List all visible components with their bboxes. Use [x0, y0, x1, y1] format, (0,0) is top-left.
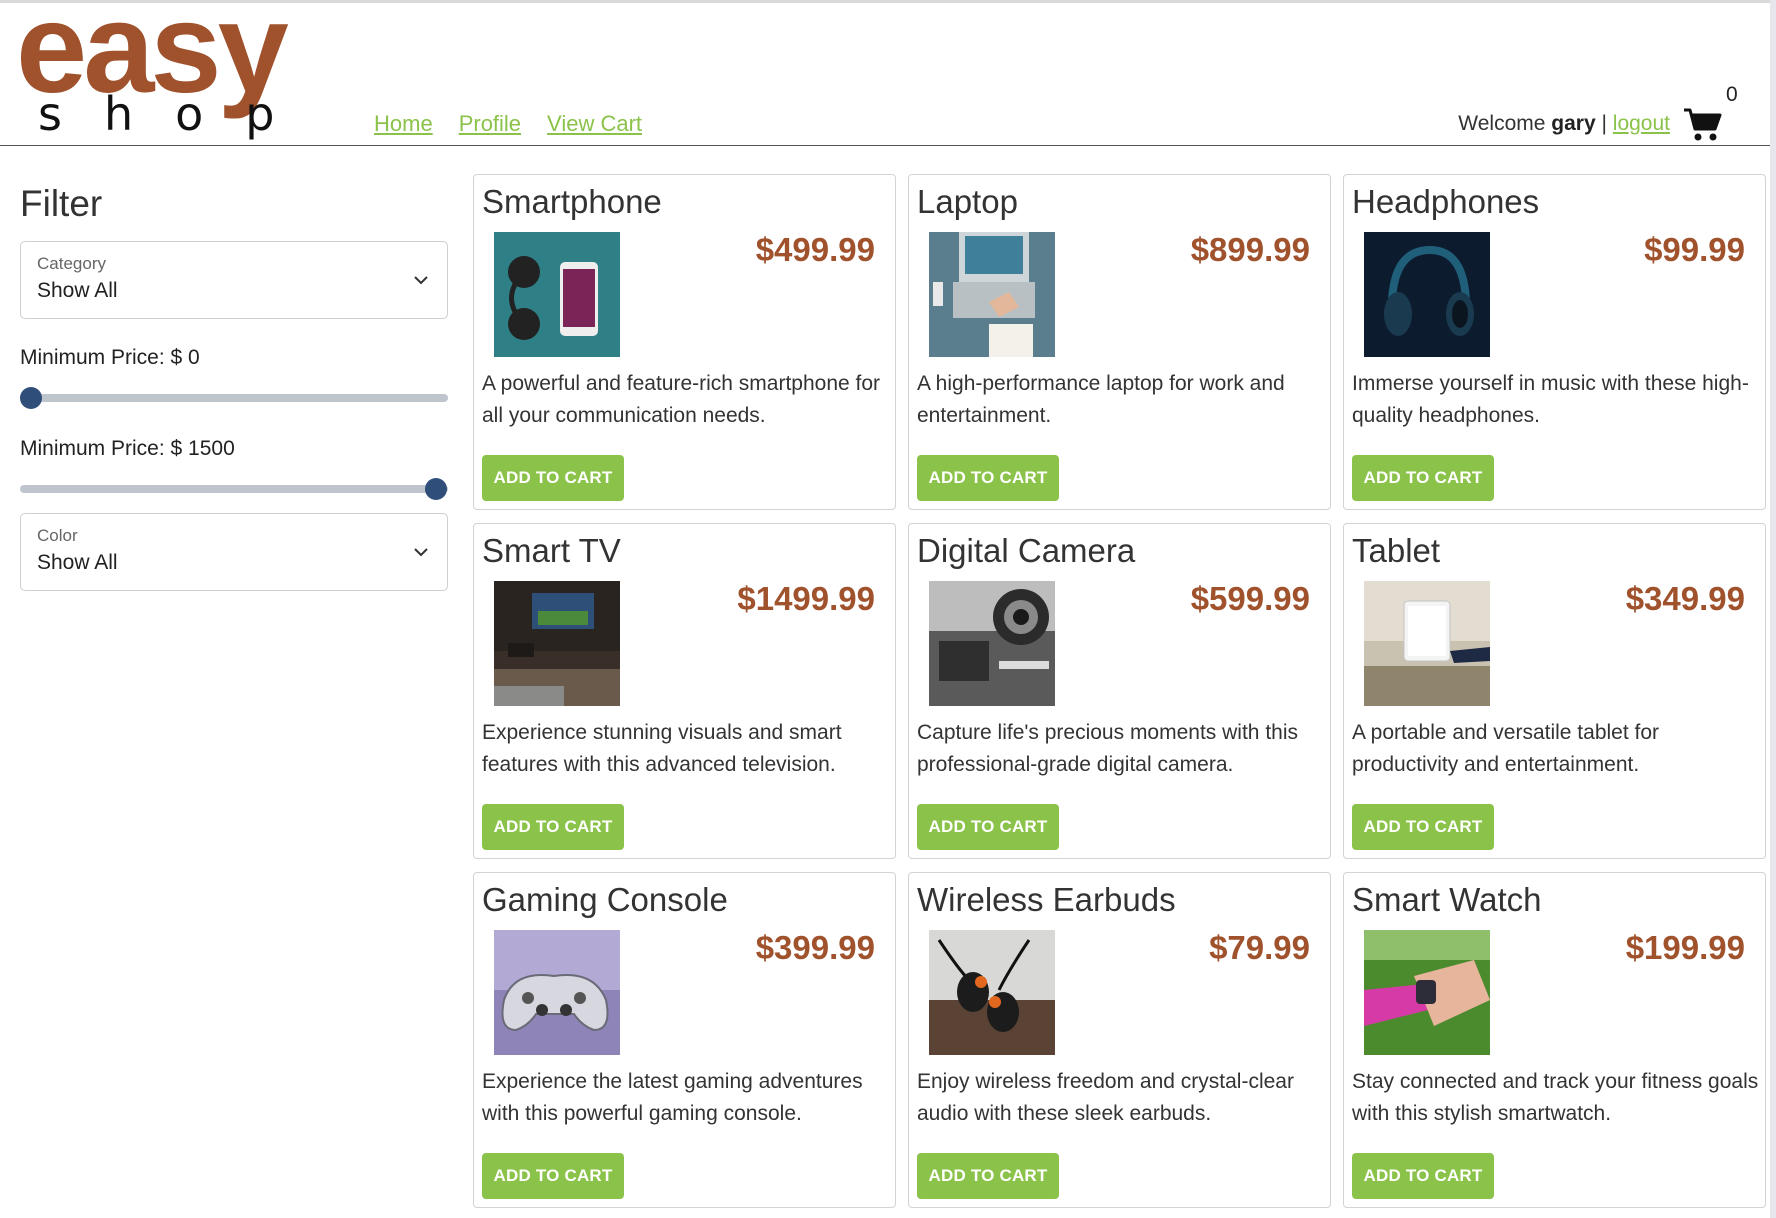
product-card: Smart Watch $199.99 Stay connected and t… — [1343, 872, 1766, 1208]
add-to-cart-button[interactable]: ADD TO CART — [482, 804, 624, 850]
min-price-slider[interactable] — [20, 386, 448, 410]
product-description: A high-performance laptop for work and e… — [917, 372, 1285, 427]
nav-home-link[interactable]: Home — [374, 111, 433, 137]
wireless-earbuds-image[interactable] — [929, 930, 1055, 1055]
username: gary — [1551, 112, 1596, 135]
product-description: A powerful and feature-rich smartphone f… — [482, 372, 881, 427]
product-card: Headphones $99.99 Immerse yourself in mu… — [1343, 174, 1766, 510]
product-description: Immerse yourself in music with these hig… — [1352, 372, 1749, 427]
product-grid: Smartphone $499.99 A powerful and featur… — [473, 174, 1766, 1208]
product-card: Wireless Earbuds $79.99 Enjoy wireless f… — [908, 872, 1331, 1208]
gaming-console-image[interactable] — [494, 930, 620, 1055]
product-price: $349.99 — [1625, 580, 1745, 617]
product-price: $399.99 — [755, 929, 875, 966]
add-to-cart-button[interactable]: ADD TO CART — [917, 1153, 1059, 1199]
product-description: Enjoy wireless freedom and crystal-clear… — [917, 1070, 1294, 1125]
window-scroll-edge — [1770, 0, 1776, 1218]
product-price: $499.99 — [755, 231, 875, 268]
product-card: Digital Camera $599.99 Capture life's pr… — [908, 523, 1331, 859]
product-name: Headphones — [1352, 183, 1540, 220]
max-price-slider-thumb[interactable] — [425, 478, 447, 500]
min-price-slider-thumb[interactable] — [20, 387, 42, 409]
smart-tv-image[interactable] — [494, 581, 620, 706]
add-to-cart-button[interactable]: ADD TO CART — [482, 455, 624, 501]
nav-profile-link[interactable]: Profile — [459, 111, 521, 137]
product-name: Smartphone — [482, 183, 662, 220]
chevron-down-icon — [414, 276, 428, 285]
product-price: $599.99 — [1190, 580, 1310, 617]
product-price: $899.99 — [1190, 231, 1310, 268]
product-name: Smart TV — [482, 532, 621, 569]
main-nav: Home Profile View Cart — [374, 111, 642, 137]
product-price: $199.99 — [1625, 929, 1745, 966]
header: easy shop Home Profile View Cart Welcome… — [0, 0, 1776, 146]
easy-shop-logo[interactable]: easy shop — [16, 0, 356, 143]
welcome-prefix: Welcome — [1458, 112, 1546, 135]
product-name: Gaming Console — [482, 881, 728, 918]
color-label: Color — [37, 526, 78, 545]
add-to-cart-button[interactable]: ADD TO CART — [482, 1153, 624, 1199]
cart-count-badge: 0 — [1726, 83, 1738, 106]
product-card: Tablet $349.99 A portable and versatile … — [1343, 523, 1766, 859]
max-price-slider-track — [20, 485, 448, 493]
product-description: Experience stunning visuals and smart fe… — [482, 721, 842, 776]
product-name: Wireless Earbuds — [917, 881, 1176, 918]
product-description: Capture life's precious moments with thi… — [917, 721, 1298, 776]
smartphone-image[interactable] — [494, 232, 620, 357]
product-name: Smart Watch — [1352, 881, 1542, 918]
product-price: $99.99 — [1644, 231, 1745, 268]
color-select[interactable]: Color Show All — [20, 513, 448, 591]
smart-watch-image[interactable] — [1364, 930, 1490, 1055]
laptop-image[interactable] — [929, 232, 1055, 357]
product-name: Digital Camera — [917, 532, 1136, 569]
logout-link[interactable]: logout — [1613, 112, 1670, 135]
product-name: Laptop — [917, 183, 1018, 220]
product-description: A portable and versatile tablet for prod… — [1352, 721, 1660, 776]
product-description: Experience the latest gaming adventures … — [482, 1070, 863, 1125]
nav-view-cart-link[interactable]: View Cart — [547, 111, 642, 137]
welcome-message: Welcome gary | logout — [1458, 112, 1670, 136]
product-price: $1499.99 — [737, 580, 875, 617]
min-price-label: Minimum Price: $ 0 — [20, 346, 200, 369]
product-price: $79.99 — [1209, 929, 1310, 966]
min-price-slider-track — [20, 394, 448, 402]
welcome-separator: | — [1601, 112, 1607, 135]
add-to-cart-button[interactable]: ADD TO CART — [1352, 455, 1494, 501]
product-card: Smart TV $1499.99 Experience stunning vi… — [473, 523, 896, 859]
category-value: Show All — [37, 279, 118, 302]
product-card: Laptop $899.99 A high-performance laptop… — [908, 174, 1331, 510]
product-description: Stay connected and track your fitness go… — [1352, 1070, 1759, 1125]
digital-camera-image[interactable] — [929, 581, 1055, 706]
filter-sidebar: Filter Category Show All Minimum Price: … — [20, 183, 448, 591]
product-card: Gaming Console $399.99 Experience the la… — [473, 872, 896, 1208]
logo-shop-text: shop — [38, 87, 317, 141]
headphones-image[interactable] — [1364, 232, 1490, 357]
filter-title: Filter — [20, 183, 103, 224]
add-to-cart-button[interactable]: ADD TO CART — [917, 804, 1059, 850]
color-value: Show All — [37, 551, 118, 574]
max-price-slider[interactable] — [20, 477, 448, 501]
product-name: Tablet — [1352, 532, 1441, 569]
shopping-cart-icon[interactable] — [1683, 107, 1723, 143]
product-card: Smartphone $499.99 A powerful and featur… — [473, 174, 896, 510]
tablet-image[interactable] — [1364, 581, 1490, 706]
chevron-down-icon — [414, 548, 428, 557]
category-label: Category — [37, 254, 106, 273]
add-to-cart-button[interactable]: ADD TO CART — [1352, 804, 1494, 850]
add-to-cart-button[interactable]: ADD TO CART — [917, 455, 1059, 501]
category-select[interactable]: Category Show All — [20, 241, 448, 319]
add-to-cart-button[interactable]: ADD TO CART — [1352, 1153, 1494, 1199]
max-price-label: Minimum Price: $ 1500 — [20, 437, 235, 460]
page: easy shop Home Profile View Cart Welcome… — [0, 0, 1776, 1218]
